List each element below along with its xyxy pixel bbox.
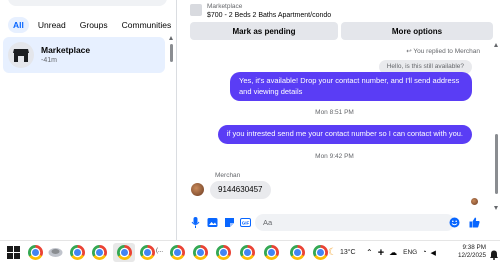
filter-unread[interactable]: Unread: [33, 17, 71, 33]
seen-avatar: [471, 198, 478, 205]
clock-time: 9:38 PM: [462, 244, 486, 251]
message-input[interactable]: Aa: [255, 214, 455, 231]
chrome-icon[interactable]: [290, 245, 305, 260]
chrome-icon[interactable]: [193, 245, 208, 260]
taskbar-tab-label: (...: [156, 248, 163, 254]
chrome-icon[interactable]: [140, 245, 155, 260]
sticker-icon[interactable]: [224, 217, 235, 228]
chrome-icon[interactable]: [313, 245, 328, 260]
wifi-icon[interactable]: ◔: [422, 249, 426, 256]
incoming-message[interactable]: 9144630457: [210, 181, 271, 199]
chrome-icon[interactable]: [117, 245, 132, 260]
app-icon[interactable]: [48, 245, 63, 260]
photo-icon[interactable]: [207, 217, 218, 228]
scroll-down-arrow-icon[interactable]: [494, 206, 498, 210]
outgoing-message[interactable]: Yes, it's available! Drop your contact n…: [230, 72, 472, 101]
windows-start-icon[interactable]: [6, 245, 21, 260]
scroll-up-arrow-icon[interactable]: [169, 36, 173, 40]
gif-icon[interactable]: GIF: [240, 217, 251, 228]
filter-all[interactable]: All: [8, 17, 29, 33]
temperature: 13°C: [339, 249, 356, 256]
search-input[interactable]: [8, 0, 167, 6]
listing-thumbnail[interactable]: [190, 4, 202, 16]
thumbs-up-icon[interactable]: [469, 217, 480, 228]
volume-icon[interactable]: ◀: [430, 249, 435, 257]
listing-title[interactable]: $700 - 2 Beds 2 Baths Apartment/condo: [207, 11, 331, 20]
onedrive-icon[interactable]: ☁: [389, 248, 397, 257]
more-options-button[interactable]: More options: [341, 22, 493, 40]
system-clock[interactable]: 9:38 PM 12/2/2025: [446, 244, 486, 260]
filter-chips: All Unread Groups Communities: [8, 17, 176, 33]
messenger-window: All Unread Groups Communities Marketplac…: [0, 0, 500, 240]
chat-scrollbar[interactable]: [495, 134, 498, 194]
weather-moon-icon: ☾: [328, 247, 337, 258]
chrome-icon[interactable]: [92, 245, 107, 260]
filter-communities[interactable]: Communities: [117, 17, 177, 33]
chrome-icon[interactable]: [70, 245, 85, 260]
reply-indicator: ↩ You replied to Merchan: [406, 48, 480, 55]
windows-taskbar: (... ☾ 13°C ⌃ + ☁ ENG ◔ ◀ 9:38 PM 12/2/2…: [0, 240, 500, 263]
chat-list-panel: All Unread Groups Communities Marketplac…: [0, 0, 175, 240]
reply-arrow-icon: ↩: [406, 48, 412, 55]
chrome-icon[interactable]: [170, 245, 185, 260]
add-icon[interactable]: +: [378, 247, 384, 259]
weather-widget[interactable]: ☾ 13°C: [328, 241, 356, 264]
system-tray: ⌃ + ☁ ENG ◔ ◀: [366, 241, 436, 264]
svg-text:GIF: GIF: [242, 221, 250, 226]
chrome-icon[interactable]: [216, 245, 231, 260]
language-indicator[interactable]: ENG: [403, 249, 417, 256]
outgoing-message[interactable]: if you intrested send me your contact nu…: [217, 125, 472, 144]
chevron-up-icon[interactable]: ⌃: [366, 248, 373, 257]
chat-panel: Marketplace $700 - 2 Beds 2 Baths Apartm…: [177, 0, 500, 240]
scroll-up-arrow-icon[interactable]: [494, 43, 498, 47]
conversation-name: Marketplace: [41, 44, 91, 55]
emoji-icon[interactable]: [449, 217, 460, 228]
chrome-icon[interactable]: [240, 245, 255, 260]
conversation-time: -41m: [41, 56, 57, 64]
avatar[interactable]: [191, 183, 204, 196]
chrome-icon[interactable]: [28, 245, 43, 260]
sender-name: Merchan: [215, 172, 241, 179]
timestamp: Mon 9:42 PM: [315, 153, 354, 160]
timestamp: Mon 8:51 PM: [315, 109, 354, 116]
notifications-icon[interactable]: [490, 247, 498, 265]
conversation-marketplace[interactable]: Marketplace -41m: [3, 37, 165, 73]
listing-source: Marketplace: [207, 3, 243, 10]
chat-list-scrollbar[interactable]: [170, 44, 173, 62]
mark-as-pending-button[interactable]: Mark as pending: [190, 22, 338, 40]
microphone-icon[interactable]: [190, 217, 201, 228]
message-composer: GIF Aa: [177, 212, 500, 234]
filter-groups[interactable]: Groups: [75, 17, 113, 33]
chrome-icon[interactable]: [264, 245, 279, 260]
store-icon: [8, 42, 34, 68]
clock-date: 12/2/2025: [457, 252, 486, 259]
